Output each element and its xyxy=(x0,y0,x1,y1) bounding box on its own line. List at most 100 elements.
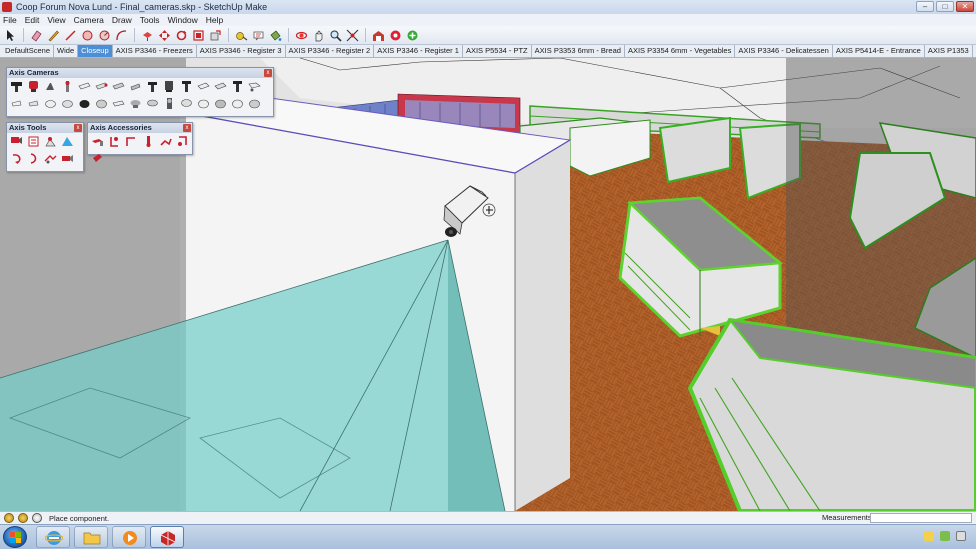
scene-tab-entrance[interactable]: AXIS P5414-E - Entrance xyxy=(833,45,925,57)
tray-volume-icon[interactable] xyxy=(956,531,966,541)
pan-tilt-tool-icon[interactable] xyxy=(10,152,23,165)
extension-icon[interactable] xyxy=(406,29,419,42)
tape-measure-icon[interactable] xyxy=(235,29,248,42)
axis-camera-model-icon[interactable] xyxy=(248,97,261,110)
scene-tab-bread[interactable]: AXIS P3353 6mm - Bread xyxy=(532,45,625,57)
scale-icon[interactable] xyxy=(209,29,222,42)
axis-accessory-icon[interactable] xyxy=(125,135,138,148)
scene-tab-delicatessen[interactable]: AXIS P3346 - Delicatessen xyxy=(735,45,833,57)
zoom-icon[interactable] xyxy=(329,29,342,42)
pencil-icon[interactable] xyxy=(47,29,60,42)
axis-camera-model-icon[interactable] xyxy=(112,97,125,110)
maximize-button[interactable]: □ xyxy=(936,1,954,12)
menu-edit[interactable]: Edit xyxy=(25,15,40,25)
menu-file[interactable]: File xyxy=(3,15,17,25)
axis-camera-model-icon[interactable] xyxy=(180,97,193,110)
eraser-icon[interactable] xyxy=(30,29,43,42)
menu-camera[interactable]: Camera xyxy=(74,15,104,25)
rotate-icon[interactable] xyxy=(175,29,188,42)
menu-window[interactable]: Window xyxy=(168,15,198,25)
measurements-input[interactable] xyxy=(870,513,972,523)
push-pull-icon[interactable] xyxy=(141,29,154,42)
axis-camera-model-icon[interactable] xyxy=(27,80,40,93)
close-button[interactable]: ✕ xyxy=(956,1,974,12)
fov-tool-icon[interactable] xyxy=(10,135,23,148)
circle-icon[interactable] xyxy=(81,29,94,42)
text-icon[interactable] xyxy=(252,29,265,42)
scene-tab-register-3[interactable]: AXIS P3346 - Register 3 xyxy=(197,45,286,57)
paint-bucket-icon[interactable] xyxy=(269,29,282,42)
arc-icon[interactable] xyxy=(98,29,111,42)
warehouse-icon[interactable] xyxy=(372,29,385,42)
menu-view[interactable]: View xyxy=(47,15,65,25)
axis-camera-model-icon[interactable] xyxy=(214,97,227,110)
line-icon[interactable] xyxy=(64,29,77,42)
scene-tab-closeup[interactable]: Closeup xyxy=(78,45,113,57)
menu-tools[interactable]: Tools xyxy=(140,15,160,25)
axis-camera-model-icon[interactable] xyxy=(231,97,244,110)
axis-accessory-icon[interactable] xyxy=(159,135,172,148)
scene-tab-p1353[interactable]: AXIS P1353 xyxy=(925,45,973,57)
help-icon[interactable] xyxy=(32,513,42,523)
axis-camera-model-icon[interactable] xyxy=(10,97,23,110)
shape-icon[interactable] xyxy=(115,29,128,42)
axis-accessory-icon[interactable] xyxy=(91,135,104,148)
axis-camera-model-icon[interactable] xyxy=(27,97,40,110)
axis-camera-model-icon[interactable] xyxy=(95,80,108,93)
scene-tab-default[interactable]: DefaultScene xyxy=(2,45,55,57)
scene-tab-ptz[interactable]: AXIS P5534 - PTZ xyxy=(463,45,532,57)
axis-camera-model-icon[interactable] xyxy=(112,80,125,93)
axis-camera-model-icon[interactable] xyxy=(146,97,159,110)
taskbar-media-player[interactable] xyxy=(112,526,146,548)
axis-camera-model-icon[interactable] xyxy=(61,97,74,110)
axis-camera-model-icon[interactable] xyxy=(129,97,142,110)
axis-camera-model-icon[interactable] xyxy=(214,80,227,93)
axis-camera-model-icon[interactable] xyxy=(231,80,244,93)
taskbar-file-explorer[interactable] xyxy=(74,526,108,548)
axis-camera-model-icon[interactable] xyxy=(197,80,210,93)
offset-icon[interactable] xyxy=(192,29,205,42)
axis-camera-model-icon[interactable] xyxy=(129,80,142,93)
axis-camera-model-icon[interactable] xyxy=(95,97,108,110)
minimize-button[interactable]: – xyxy=(916,1,934,12)
placement-tool-icon[interactable] xyxy=(27,135,40,148)
axis-camera-model-icon[interactable] xyxy=(197,97,210,110)
components-icon[interactable] xyxy=(389,29,402,42)
axis-accessory-icon[interactable] xyxy=(142,135,155,148)
axis-camera-model-icon[interactable] xyxy=(146,80,159,93)
taskbar-sketchup[interactable] xyxy=(150,526,184,548)
axis-camera-model-icon[interactable] xyxy=(248,80,261,93)
camera-view-tool-icon[interactable] xyxy=(61,152,74,165)
height-tool-icon[interactable] xyxy=(44,135,57,148)
axis-camera-model-icon[interactable] xyxy=(44,97,57,110)
axis-camera-model-icon[interactable] xyxy=(78,80,91,93)
geo-location-icon[interactable] xyxy=(4,513,14,523)
select-icon[interactable] xyxy=(4,29,17,42)
credits-icon[interactable] xyxy=(18,513,28,523)
move-icon[interactable] xyxy=(158,29,171,42)
model-viewport[interactable]: Axis Cameras x Axis Tools x Axis Accesso… xyxy=(0,58,976,511)
scene-tab-wide[interactable]: Wide xyxy=(54,45,79,57)
axis-camera-model-icon[interactable] xyxy=(180,80,193,93)
tray-flag-icon[interactable] xyxy=(924,531,934,541)
axis-camera-model-icon[interactable] xyxy=(163,80,176,93)
axis-camera-model-icon[interactable] xyxy=(44,80,57,93)
axis-tools-close-button[interactable]: x xyxy=(74,124,82,132)
axis-accessory-icon[interactable] xyxy=(91,152,104,165)
axis-accessory-icon[interactable] xyxy=(176,135,189,148)
start-button[interactable] xyxy=(3,526,27,548)
taskbar-internet-explorer[interactable] xyxy=(36,526,70,548)
axis-accessory-icon[interactable] xyxy=(108,135,121,148)
scene-tab-register-1[interactable]: AXIS P3346 - Register 1 xyxy=(374,45,463,57)
view-tool-icon[interactable] xyxy=(44,152,57,165)
axis-camera-model-icon[interactable] xyxy=(163,97,176,110)
scene-tab-vegetables[interactable]: AXIS P3354 6mm - Vegetables xyxy=(625,45,736,57)
axis-camera-model-icon[interactable] xyxy=(61,80,74,93)
axis-camera-model-icon[interactable] xyxy=(10,80,23,93)
coverage-tool-icon[interactable] xyxy=(61,135,74,148)
zoom-extents-icon[interactable] xyxy=(346,29,359,42)
axis-camera-model-icon[interactable] xyxy=(78,97,91,110)
pan-icon[interactable] xyxy=(312,29,325,42)
axis-cameras-close-button[interactable]: x xyxy=(264,69,272,77)
axis-accessories-close-button[interactable]: x xyxy=(183,124,191,132)
